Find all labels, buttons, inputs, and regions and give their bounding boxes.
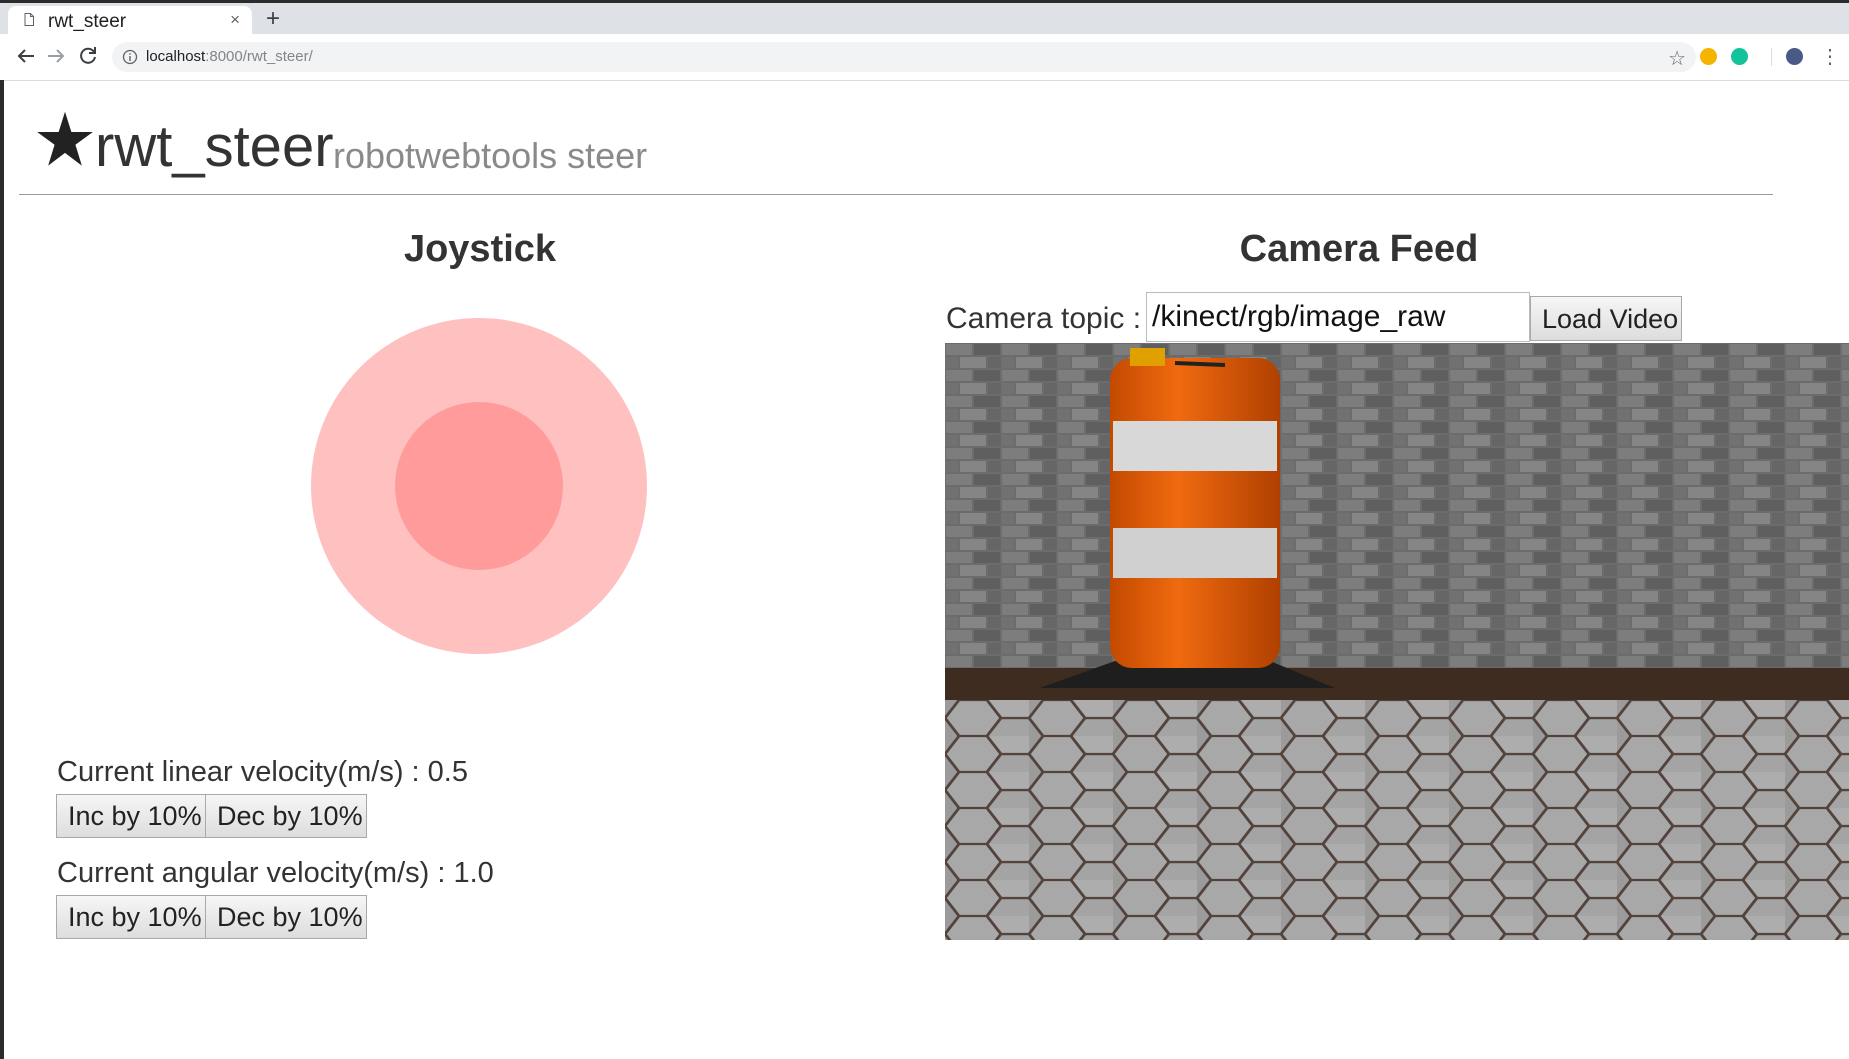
new-tab-icon[interactable]: + — [266, 5, 280, 33]
linear-increase-button[interactable]: Inc by 10% — [56, 794, 206, 838]
tab-rwt-steer[interactable]: rwt_steer × — [8, 6, 252, 34]
grammarly-extension-icon[interactable] — [1731, 48, 1748, 65]
camera-topic-label: Camera topic : — [946, 302, 1142, 335]
star-icon — [37, 111, 93, 166]
angular-increase-button[interactable]: Inc by 10% — [56, 895, 206, 939]
header-divider — [19, 194, 1773, 195]
info-icon[interactable] — [122, 49, 138, 65]
address-bar[interactable]: localhost:8000/rwt_steer/ ☆ — [112, 42, 1696, 72]
page-subtitle: robotwebtools steer — [333, 135, 648, 176]
angular-decrease-button[interactable]: Dec by 10% — [205, 895, 367, 939]
toolbar-divider — [1771, 48, 1772, 66]
joystick-knob[interactable] — [395, 402, 563, 570]
browser-menu-icon[interactable]: ⋮ — [1820, 44, 1840, 69]
url-text[interactable]: localhost:8000/rwt_steer/ — [146, 48, 313, 65]
camera-heading: Camera Feed — [1239, 228, 1479, 270]
browser-toolbar: localhost:8000/rwt_steer/ ☆ ⋮ — [0, 34, 1849, 81]
camera-feed-image — [945, 343, 1849, 940]
tab-title: rwt_steer — [48, 11, 127, 32]
forward-arrow-icon[interactable] — [44, 44, 68, 68]
close-tab-icon[interactable]: × — [230, 10, 240, 30]
linear-decrease-button[interactable]: Dec by 10% — [205, 794, 367, 838]
url-host: localhost — [146, 48, 206, 65]
load-video-button[interactable]: Load Video — [1530, 296, 1682, 341]
bookmark-star-icon[interactable]: ☆ — [1668, 46, 1686, 71]
window-left-edge — [0, 80, 4, 1059]
reload-icon[interactable] — [76, 44, 100, 68]
page-icon — [24, 13, 34, 26]
angular-velocity-label: Current angular velocity(m/s) : 1.0 — [57, 857, 494, 889]
cookie-extension-icon[interactable] — [1700, 48, 1717, 65]
joystick-heading: Joystick — [403, 228, 557, 270]
tab-strip: rwt_steer × + — [0, 3, 1849, 34]
camera-topic-input[interactable] — [1146, 292, 1530, 342]
back-arrow-icon[interactable] — [14, 44, 38, 68]
linear-velocity-label: Current linear velocity(m/s) : 0.5 — [57, 756, 468, 788]
profile-avatar-icon[interactable] — [1786, 48, 1803, 65]
page-title: rwt_steer — [95, 114, 334, 179]
url-path: :8000/rwt_steer/ — [205, 48, 313, 65]
